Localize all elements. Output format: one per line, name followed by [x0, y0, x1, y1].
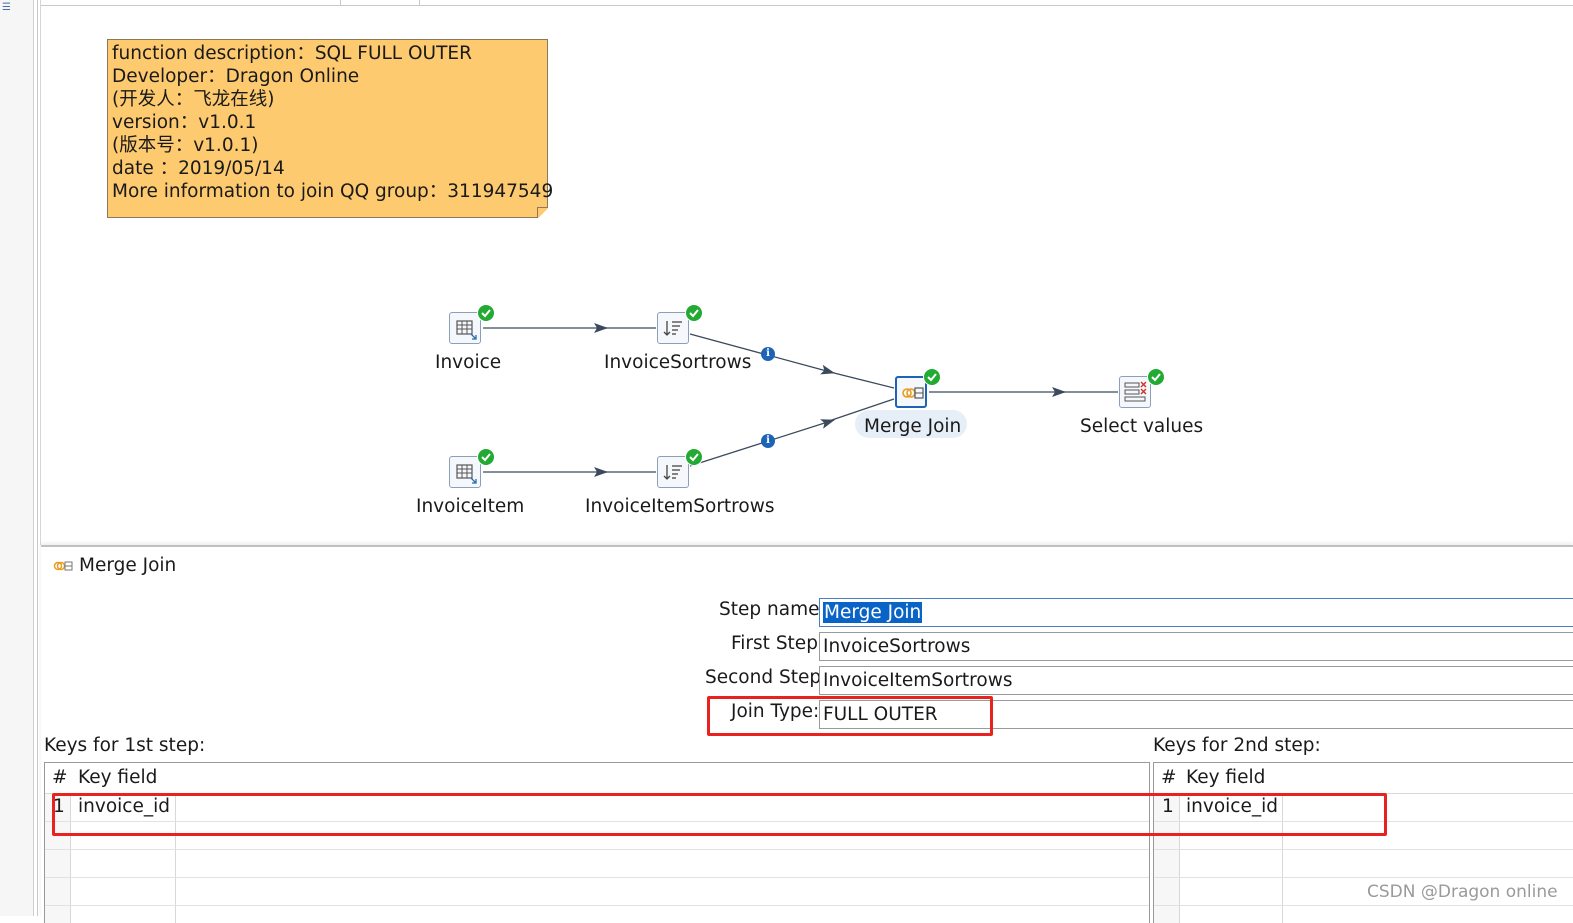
step-name-input[interactable]: Merge Join — [819, 598, 1573, 627]
header-num: # — [1161, 767, 1177, 788]
step-label: Merge Join — [864, 416, 962, 437]
step-label: InvoiceItem — [416, 496, 525, 517]
step-label: InvoiceItemSortrows — [585, 496, 775, 517]
step-label: InvoiceSortrows — [604, 352, 752, 373]
merge-join-icon — [53, 561, 73, 571]
ok-check-icon — [477, 304, 495, 322]
ok-check-icon — [923, 368, 941, 386]
first-step-select[interactable]: InvoiceSortrows — [819, 632, 1573, 661]
second-step-label: Second Step: — [705, 667, 828, 688]
second-step-select[interactable]: InvoiceItemSortrows — [819, 666, 1573, 695]
info-icon[interactable]: i — [761, 434, 775, 448]
first-step-label: First Step: — [731, 633, 825, 654]
note-line: version：v1.0.1 — [112, 112, 257, 133]
note-line: date ：2019/05/14 — [112, 158, 285, 179]
ok-check-icon — [477, 448, 495, 466]
select-values-icon — [1119, 376, 1151, 408]
keys-1st-step-table[interactable]: # Key field 1 invoice_id — [44, 762, 1150, 923]
header-key-field[interactable]: Key field — [1186, 767, 1265, 788]
info-icon[interactable]: i — [761, 347, 775, 361]
merge-join-icon — [895, 376, 927, 408]
header-num: # — [52, 767, 68, 788]
step-label: Select values — [1080, 416, 1204, 437]
key-field-highlight-box — [52, 793, 1387, 836]
ok-check-icon — [685, 304, 703, 322]
table-input-icon — [449, 456, 481, 488]
note-line: Developer：Dragon Online — [112, 66, 360, 87]
ok-check-icon — [685, 448, 703, 466]
header-key-field[interactable]: Key field — [78, 767, 157, 788]
sort-rows-icon — [657, 456, 689, 488]
dialog-title: Merge Join — [79, 555, 177, 576]
step-name-value: Merge Join — [823, 602, 923, 623]
keys-1st-step-label: Keys for 1st step: — [44, 735, 206, 756]
watermark: CSDN @Dragon online — [1367, 882, 1558, 902]
sort-rows-icon — [657, 312, 689, 344]
step-label: Invoice — [435, 352, 502, 373]
note-line: (版本号：v1.0.1) — [112, 135, 259, 156]
note-resize-corner[interactable] — [537, 207, 548, 218]
table-input-icon — [449, 312, 481, 344]
join-type-highlight-box — [707, 696, 993, 736]
note-line: More information to join QQ group：311947… — [112, 181, 554, 202]
sticky-note[interactable]: function description：SQL FULL OUTER Deve… — [107, 39, 554, 218]
ok-check-icon — [1147, 368, 1165, 386]
note-line: (开发人：飞龙在线) — [112, 89, 275, 110]
table-header — [45, 763, 1149, 794]
keys-2nd-step-label: Keys for 2nd step: — [1153, 735, 1321, 756]
step-name-label: Step name — [719, 599, 820, 620]
note-line: function description：SQL FULL OUTER — [112, 43, 472, 64]
